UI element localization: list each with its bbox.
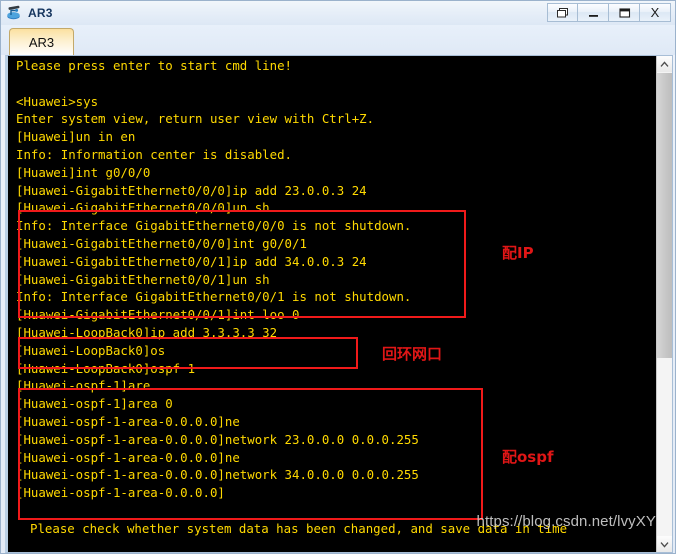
tab-strip: AR3 bbox=[1, 25, 675, 55]
annotation-loopback: 回环网口 bbox=[382, 345, 443, 363]
scroll-down-button[interactable] bbox=[657, 536, 672, 552]
terminal-output[interactable]: <Huawei>sysConfiguration console time ou… bbox=[8, 56, 658, 552]
annotation-config-ip: 配IP bbox=[502, 244, 534, 262]
title-bar: AR3 X bbox=[1, 1, 675, 25]
terminal-line: Enter system view, return user view with… bbox=[16, 111, 375, 127]
terminal-line: [Huawei-LoopBack0]ip add 3.3.3.3 32 bbox=[16, 325, 278, 340]
scroll-up-button[interactable] bbox=[657, 56, 672, 72]
tab-ar3[interactable]: AR3 bbox=[9, 28, 74, 55]
terminal-line: Info: Interface GigabitEthernet0/0/1 is … bbox=[16, 289, 412, 305]
terminal-line: [Huawei-GigabitEthernet0/0/1]ip add 34.0… bbox=[16, 253, 367, 269]
blog-watermark: https://blog.csdn.net/lvyXY bbox=[476, 513, 656, 530]
router-icon bbox=[5, 4, 23, 22]
terminal-line: [Huawei-GigabitEthernet0/0/1]un sh bbox=[16, 271, 270, 287]
close-icon: X bbox=[650, 5, 660, 20]
terminal-line: Please press enter to start cmd line! bbox=[16, 58, 293, 73]
maximize-button[interactable] bbox=[609, 3, 640, 22]
terminal-line: [Huawei-GigabitEthernet0/0/0]un sh bbox=[16, 200, 270, 216]
terminal-line: [Huawei-LoopBack0]os bbox=[16, 342, 166, 358]
terminal-line: [Huawei]un in en bbox=[16, 129, 136, 145]
close-button[interactable]: X bbox=[640, 3, 671, 22]
console-scrollbar[interactable] bbox=[656, 56, 672, 552]
terminal-line: [Huawei-ospf-1-area-0.0.0.0] bbox=[16, 485, 225, 501]
terminal-line: [Huawei-ospf-1]area 0 bbox=[16, 396, 173, 412]
terminal-line: Info: Interface GigabitEthernet0/0/0 is … bbox=[16, 218, 412, 234]
window-title: AR3 bbox=[28, 6, 53, 20]
terminal-line: [Huawei-ospf-1]are bbox=[16, 378, 151, 394]
restore-button[interactable] bbox=[547, 3, 578, 22]
terminal-line: [Huawei-GigabitEthernet0/0/0]ip add 23.0… bbox=[16, 182, 367, 198]
annotation-config-ospf: 配ospf bbox=[502, 448, 554, 466]
ar3-console-window: AR3 X AR3 Please check whether system da… bbox=[0, 0, 676, 554]
minimize-button[interactable] bbox=[578, 3, 609, 22]
terminal-line: [Huawei-ospf-1-area-0.0.0.0]ne bbox=[16, 449, 240, 465]
terminal-line: <Huawei>sys bbox=[16, 93, 99, 109]
window-controls: X bbox=[547, 3, 671, 22]
terminal-line: [Huawei-GigabitEthernet0/0/1]int loo 0 bbox=[16, 307, 300, 323]
scroll-thumb[interactable] bbox=[657, 73, 672, 358]
terminal-line: [Huawei]int g0/0/0 bbox=[16, 164, 151, 180]
terminal-line: Info: Information center is disabled. bbox=[16, 147, 293, 162]
terminal-line: [Huawei-ospf-1-area-0.0.0.0]network 23.0… bbox=[16, 431, 419, 447]
terminal-line: [Huawei-LoopBack0]ospf 1 bbox=[16, 360, 196, 376]
console-frame: <Huawei>sysConfiguration console time ou… bbox=[5, 55, 673, 553]
terminal-line: [Huawei-ospf-1-area-0.0.0.0]ne bbox=[16, 414, 240, 429]
terminal-line: [Huawei-ospf-1-area-0.0.0.0]network 34.0… bbox=[16, 467, 419, 483]
tab-label: AR3 bbox=[28, 34, 55, 50]
terminal-line: [Huawei-GigabitEthernet0/0/0]int g0/0/1 bbox=[16, 236, 307, 251]
